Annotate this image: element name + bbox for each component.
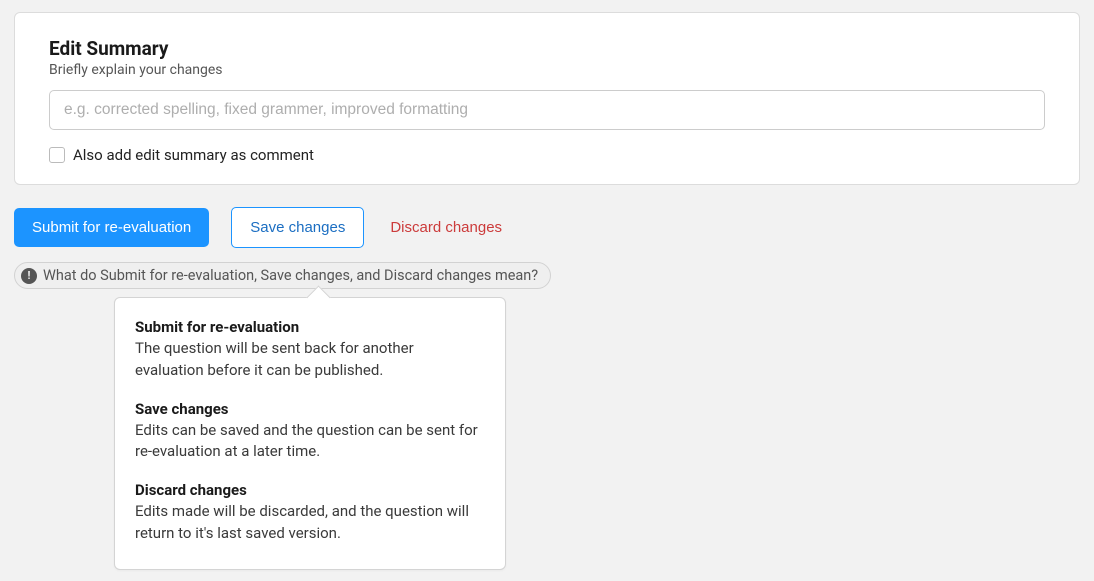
tooltip-title: Submit for re-evaluation — [135, 318, 485, 336]
add-comment-checkbox-row: Also add edit summary as comment — [49, 146, 1045, 164]
add-comment-checkbox[interactable] — [49, 147, 65, 163]
info-icon: ! — [21, 268, 37, 284]
add-comment-checkbox-label[interactable]: Also add edit summary as comment — [73, 146, 314, 164]
action-button-row: Submit for re-evaluation Save changes Di… — [14, 207, 1080, 248]
edit-summary-input[interactable] — [49, 90, 1045, 130]
edit-summary-subtitle: Briefly explain your changes — [49, 62, 1045, 78]
tooltip-body: The question will be sent back for anoth… — [135, 338, 485, 382]
save-changes-button[interactable]: Save changes — [231, 207, 364, 248]
help-tooltip-wrapper: Submit for re-evaluation The question wi… — [114, 297, 506, 570]
submit-re-evaluation-button[interactable]: Submit for re-evaluation — [14, 208, 209, 247]
edit-summary-card: Edit Summary Briefly explain your change… — [14, 12, 1080, 185]
tooltip-title: Discard changes — [135, 481, 485, 499]
tooltip-section-discard: Discard changes Edits made will be disca… — [135, 481, 485, 545]
help-pill-text: What do Submit for re-evaluation, Save c… — [43, 267, 538, 284]
edit-summary-title: Edit Summary — [49, 37, 1045, 60]
help-tooltip: Submit for re-evaluation The question wi… — [114, 297, 506, 570]
discard-changes-button[interactable]: Discard changes — [386, 208, 506, 247]
help-pill[interactable]: ! What do Submit for re-evaluation, Save… — [14, 262, 551, 289]
tooltip-section-submit: Submit for re-evaluation The question wi… — [135, 318, 485, 382]
tooltip-section-save: Save changes Edits can be saved and the … — [135, 400, 485, 464]
tooltip-body: Edits can be saved and the question can … — [135, 420, 485, 464]
tooltip-body: Edits made will be discarded, and the qu… — [135, 501, 485, 545]
tooltip-title: Save changes — [135, 400, 485, 418]
